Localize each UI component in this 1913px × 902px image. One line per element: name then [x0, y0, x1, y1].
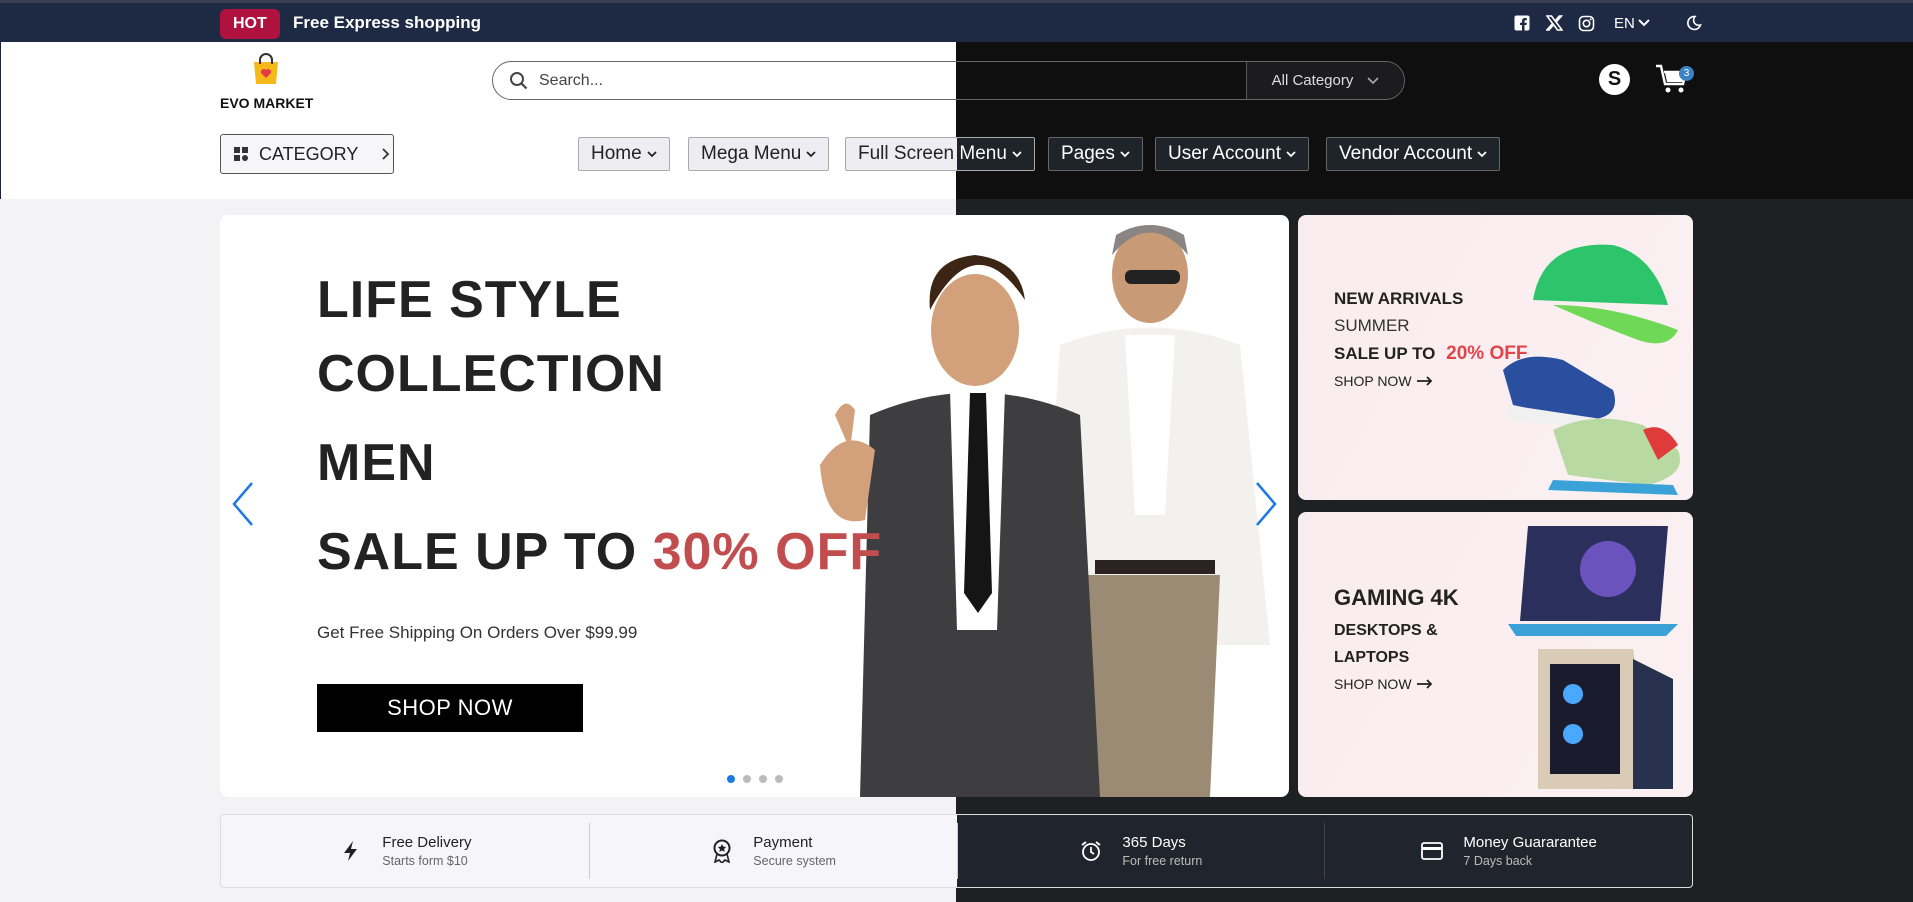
banner-shop-link[interactable]: SHOP NOW [1334, 676, 1433, 692]
nav-mega-menu[interactable]: Mega Menu [688, 137, 830, 171]
grid-icon [234, 147, 248, 161]
banner-shop-link[interactable]: SHOP NOW [1334, 373, 1433, 389]
carousel-dot[interactable] [775, 775, 783, 783]
features-bar: Free Delivery Starts form $10 Payment Secu… [220, 814, 1693, 888]
carousel-dots [727, 775, 783, 783]
chevron-down-icon [1120, 150, 1130, 157]
search-bar: All Category [492, 61, 1405, 100]
cap-and-sneakers-image [1503, 244, 1680, 495]
banner-line-2: LAPTOPS [1334, 649, 1410, 666]
chevron-down-icon [1286, 150, 1296, 157]
banner-sale: SALE UP TO 20% OFF [1334, 343, 1527, 365]
nav-label: Mega Menu [701, 143, 802, 164]
facebook-icon[interactable] [1512, 13, 1532, 33]
top-icons: EN [1512, 13, 1704, 33]
hero-line-1: LIFE STYLE [317, 271, 622, 329]
feature-title: Money Guararantee [1463, 834, 1597, 851]
logo[interactable]: EVO MARKET [220, 52, 314, 111]
chevron-right-icon [382, 148, 390, 160]
cart-count-badge: 3 [1679, 66, 1694, 81]
search-input[interactable] [539, 62, 1246, 99]
shopping-bag-logo-icon [254, 53, 278, 84]
banner-title: NEW ARRIVALS [1334, 289, 1464, 308]
user-avatar[interactable]: S [1599, 64, 1630, 95]
laptop-and-pc-image [1508, 526, 1678, 789]
hero-carousel: LIFE STYLE COLLECTION MEN SALE UP TO 30%… [220, 215, 1289, 797]
instagram-icon[interactable] [1576, 13, 1596, 33]
badge-icon [709, 838, 735, 864]
hero-line-2: COLLECTION [317, 345, 665, 403]
carousel-dot[interactable] [727, 775, 735, 783]
lightning-icon [338, 838, 364, 864]
carousel-prev-icon[interactable] [230, 480, 256, 528]
hero-subtitle: Get Free Shipping On Orders Over $99.99 [317, 623, 638, 642]
alarm-icon [1078, 838, 1104, 864]
hero-sale-prefix: SALE UP TO [317, 523, 653, 581]
hero-line-3: MEN [317, 434, 436, 492]
carousel-dot[interactable] [743, 775, 751, 783]
banner-shop-label: SHOP NOW [1334, 373, 1412, 389]
hero-line-4: SALE UP TO 30% OFF [317, 522, 882, 582]
feature-subtitle: 7 Days back [1463, 854, 1533, 868]
nav-pages[interactable]: Pages [1048, 137, 1143, 171]
moon-icon[interactable] [1684, 13, 1704, 33]
logo-text: EVO MARKET [220, 95, 314, 111]
banner-sale-highlight: 20% OFF [1446, 343, 1528, 364]
nav-label: User Account [1168, 143, 1281, 164]
feature-item: Payment Secure system [588, 815, 957, 887]
credit-card-icon [1419, 838, 1445, 864]
arrow-right-icon [1416, 679, 1432, 689]
hot-badge: HOT [220, 9, 280, 39]
search-icon[interactable] [499, 62, 539, 99]
new-arrivals-banner[interactable]: NEW ARRIVALS SUMMER SALE UP TO 20% OFF S… [1298, 215, 1693, 500]
nav-full-screen-menu[interactable]: Full Screen Menu [845, 137, 1035, 171]
banner-subtitle: SUMMER [1334, 316, 1410, 335]
feature-item: Money Guararantee 7 Days back [1324, 815, 1692, 887]
chevron-down-icon [1367, 76, 1379, 84]
chevron-down-icon [806, 150, 816, 157]
chevron-down-icon [647, 150, 657, 157]
feature-title: Payment [753, 834, 813, 851]
feature-title: Free Delivery [382, 834, 472, 851]
x-icon[interactable] [1544, 13, 1564, 33]
category-select-label: All Category [1271, 72, 1354, 89]
chevron-down-icon [1012, 150, 1022, 157]
feature-subtitle: For free return [1122, 854, 1203, 868]
category-select[interactable]: All Category [1246, 62, 1404, 99]
men-models-image [820, 225, 1270, 797]
carousel-next-icon[interactable] [1253, 480, 1279, 528]
feature-subtitle: Secure system [753, 854, 836, 868]
carousel-dot[interactable] [759, 775, 767, 783]
language-label: EN [1614, 14, 1635, 32]
category-button-label: CATEGORY [259, 143, 359, 164]
chevron-down-icon [1638, 19, 1650, 27]
nav-label: Vendor Account [1339, 143, 1473, 164]
nav-vendor-account[interactable]: Vendor Account [1326, 137, 1501, 171]
promo-text: Free Express shopping [293, 13, 481, 32]
nav-home[interactable]: Home [578, 137, 670, 171]
language-select[interactable]: EN [1614, 15, 1650, 32]
feature-item: Free Delivery Starts form $10 [221, 815, 589, 887]
banner-title: GAMING 4K [1334, 585, 1459, 610]
nav-label: Full Screen Menu [858, 143, 1007, 164]
hero-sale-highlight: 30% OFF [652, 523, 883, 581]
nav-user-account[interactable]: User Account [1155, 137, 1309, 171]
nav-label: Home [591, 143, 642, 164]
banner-shop-label: SHOP NOW [1334, 676, 1412, 692]
feature-item: 365 Days For free return [956, 815, 1325, 887]
arrow-right-icon [1416, 376, 1432, 386]
feature-subtitle: Starts form $10 [382, 854, 468, 868]
banner-line-1: DESKTOPS & [1334, 622, 1438, 639]
top-bar: HOT Free Express shopping EN [0, 0, 1913, 42]
gaming-banner[interactable]: GAMING 4K DESKTOPS & LAPTOPS SHOP NOW [1298, 512, 1693, 797]
category-button[interactable]: CATEGORY [220, 134, 394, 174]
nav-label: Pages [1061, 143, 1115, 164]
shop-now-button[interactable]: SHOP NOW [317, 684, 583, 732]
chevron-down-icon [1477, 150, 1487, 157]
banner-sale-prefix: SALE UP TO [1334, 344, 1436, 363]
feature-title: 365 Days [1122, 834, 1186, 851]
